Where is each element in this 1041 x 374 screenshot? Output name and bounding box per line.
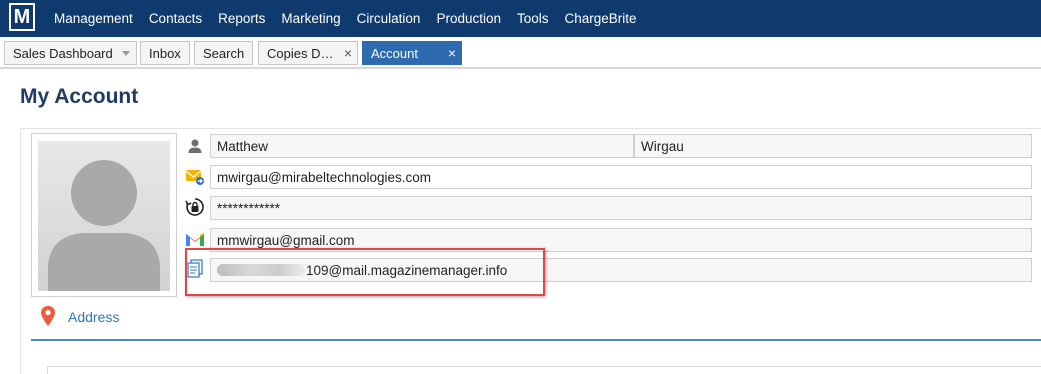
work-email-field[interactable]: mwirgau@mirabeltechnologies.com [210, 165, 1032, 189]
section-divider [31, 339, 1041, 341]
magazine-manager-email-field[interactable]: 109@mail.magazinemanager.info [210, 258, 1032, 282]
tab-sales-dashboard[interactable]: Sales Dashboard [4, 41, 137, 65]
menu-item-management[interactable]: Management [54, 11, 133, 26]
gmail-field[interactable]: mmwirgau@gmail.com [210, 228, 1032, 252]
avatar [38, 141, 170, 291]
menu-item-reports[interactable]: Reports [218, 11, 265, 26]
address-section-link[interactable]: Address [68, 309, 119, 325]
app-logo[interactable]: M [9, 3, 35, 31]
tab-account[interactable]: Account × [362, 41, 462, 65]
menu-item-tools[interactable]: Tools [517, 11, 549, 26]
location-pin-icon [40, 305, 56, 332]
tab-label: Search [203, 45, 245, 61]
tab-bar: Sales Dashboard Inbox Search Copies D… ×… [0, 37, 1041, 69]
last-name-field[interactable]: Wirgau [634, 134, 1032, 158]
tab-label: Copies D… [267, 45, 334, 61]
menu-item-contacts[interactable]: Contacts [149, 11, 202, 26]
first-name-field[interactable]: Matthew [210, 134, 634, 158]
lock-refresh-icon[interactable] [184, 196, 206, 218]
email-forward-icon [184, 166, 206, 188]
main-menu: Management Contacts Reports Marketing Ci… [54, 0, 653, 37]
close-icon[interactable]: × [448, 45, 456, 61]
menu-item-marketing[interactable]: Marketing [281, 11, 340, 26]
password-field[interactable]: ************ [210, 196, 1032, 220]
document-copy-icon [184, 258, 206, 280]
tab-search[interactable]: Search [194, 41, 253, 65]
menu-item-circulation[interactable]: Circulation [357, 11, 421, 26]
page-title: My Account [20, 85, 139, 108]
tab-label: Sales Dashboard [13, 45, 113, 61]
chevron-down-icon[interactable] [122, 51, 130, 56]
tab-label: Account [371, 45, 418, 61]
close-icon[interactable]: × [344, 45, 352, 61]
gmail-icon [184, 228, 206, 250]
tab-label: Inbox [149, 45, 181, 61]
menu-item-production[interactable]: Production [436, 11, 501, 26]
tab-inbox[interactable]: Inbox [140, 41, 190, 65]
mm-email-suffix: 109@mail.magazinemanager.info [306, 262, 508, 278]
menu-item-chargebrite[interactable]: ChargeBrite [565, 11, 637, 26]
address-content-box [47, 366, 1041, 374]
redacted-blur [217, 264, 305, 276]
top-navigation-bar: M Management Contacts Reports Marketing … [0, 0, 1041, 37]
tab-copies[interactable]: Copies D… × [258, 41, 358, 65]
profile-photo-frame[interactable] [31, 133, 177, 297]
user-icon [184, 135, 206, 157]
